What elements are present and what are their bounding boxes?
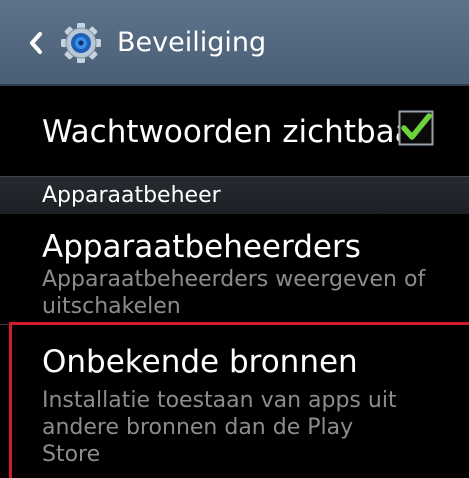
passwords-visible-label: Wachtwoorden zichtbaar	[42, 114, 427, 150]
action-bar: Beveiliging	[0, 0, 469, 86]
page-title: Beveiliging	[117, 27, 267, 58]
device-admins-subtitle: Apparaatbeheerders weergeven of uitschak…	[42, 267, 426, 319]
device-admins-title: Apparaatbeheerders	[42, 229, 361, 265]
device-admins-row[interactable]: Apparaatbeheerders Apparaatbeheerders we…	[0, 214, 469, 324]
section-header-label: Apparaatbeheer	[42, 183, 221, 208]
highlight-annotation	[9, 322, 469, 478]
back-chevron-icon[interactable]	[26, 26, 46, 60]
gear-icon	[61, 23, 101, 63]
passwords-visible-checkbox[interactable]	[398, 110, 434, 146]
section-header-device-admin: Apparaatbeheer	[0, 176, 469, 214]
